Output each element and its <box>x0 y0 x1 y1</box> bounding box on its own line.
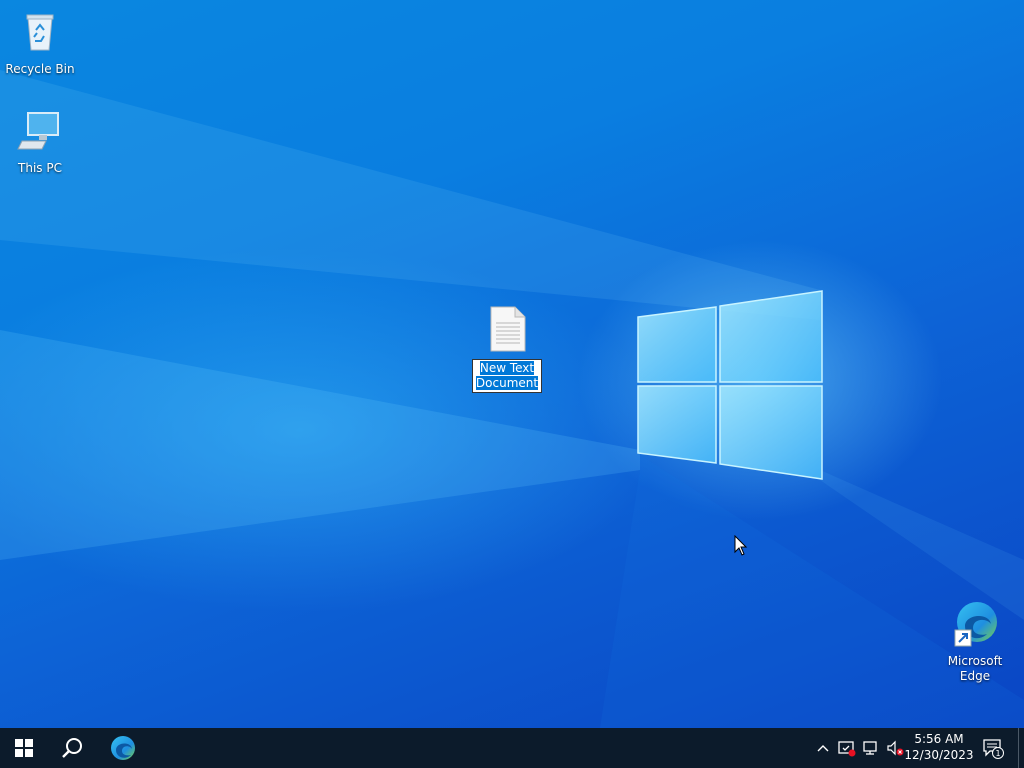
taskbar: 5:56 AM 12/30/2023 1 <box>0 728 1024 768</box>
desktop-icon-label: Recycle Bin <box>5 62 75 76</box>
desktop-icon-label-line1: Microsoft <box>947 654 1003 668</box>
rename-text-line1: New Text <box>479 361 535 375</box>
show-hidden-icons-button[interactable] <box>812 728 834 768</box>
start-button[interactable] <box>0 728 48 768</box>
desktop[interactable]: Recycle Bin This PC New Text Document Mi… <box>0 0 1024 728</box>
rename-text-line2: Document <box>475 376 539 390</box>
search-button[interactable] <box>48 728 96 768</box>
taskbar-clock[interactable]: 5:56 AM 12/30/2023 <box>904 731 974 765</box>
search-icon <box>62 738 82 758</box>
clock-date: 12/30/2023 <box>904 748 974 762</box>
desktop-icon-label: This PC <box>18 161 62 175</box>
show-desktop-button[interactable] <box>1018 728 1024 768</box>
tray-security[interactable] <box>836 728 858 768</box>
text-document-icon <box>490 306 526 352</box>
desktop-icon-recycle-bin[interactable]: Recycle Bin <box>0 8 80 77</box>
notification-icon: 1 <box>983 739 1004 759</box>
taskbar-edge-button[interactable] <box>99 728 147 768</box>
tray-volume[interactable] <box>884 728 906 768</box>
security-warning-icon <box>838 741 856 757</box>
tray-network[interactable] <box>860 728 882 768</box>
recycle-bin-icon <box>26 14 54 51</box>
network-disconnected-icon <box>863 741 877 755</box>
desktop-icon-this-pc[interactable]: This PC <box>0 107 80 176</box>
clock-time: 5:56 AM <box>914 732 964 746</box>
windows-logo-wallpaper <box>637 290 823 480</box>
mouse-cursor-icon <box>734 535 748 556</box>
rename-textbox[interactable]: New Text Document <box>471 359 543 393</box>
chevron-up-icon <box>817 745 829 752</box>
edge-icon <box>111 736 135 760</box>
desktop-icon-label-line2: Edge <box>959 669 991 683</box>
volume-muted-icon <box>887 740 904 756</box>
computer-icon <box>17 112 59 150</box>
desktop-icon-microsoft-edge[interactable]: Microsoft Edge <box>935 600 1015 684</box>
desktop-icon-new-text-document[interactable]: New Text Document <box>467 305 547 393</box>
edge-shortcut-icon <box>954 602 997 647</box>
notification-count: 1 <box>995 749 1000 758</box>
windows-start-icon <box>15 739 33 757</box>
action-center-button[interactable]: 1 <box>980 728 1006 768</box>
